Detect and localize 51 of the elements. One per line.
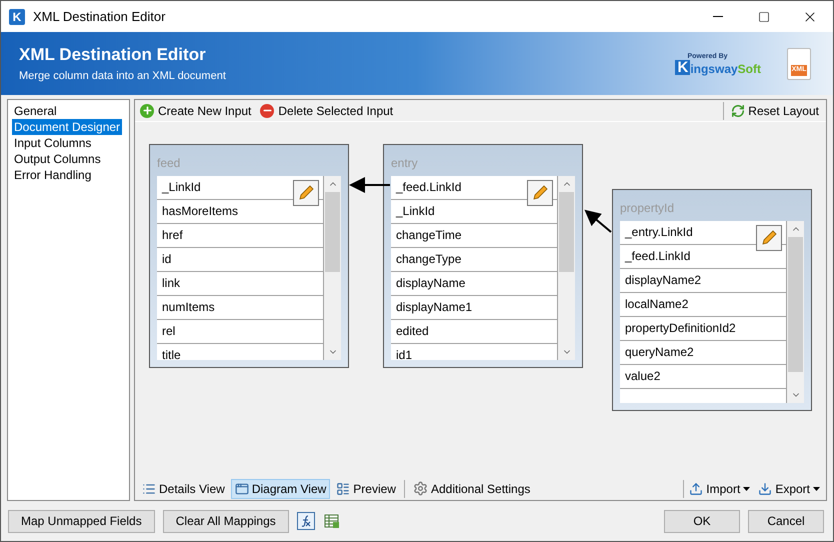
field-name[interactable]: rel (162, 324, 176, 338)
field-name[interactable]: numItems (162, 300, 215, 314)
field-name[interactable]: _feed.LinkId (625, 249, 690, 263)
banner-title: XML Destination Editor (19, 44, 207, 66)
view-tab[interactable]: Details View (138, 478, 229, 498)
dropdown-menu-button[interactable]: Import (686, 480, 754, 498)
field-name[interactable]: changeType (396, 252, 462, 266)
field-name[interactable]: title (162, 348, 181, 360)
node-title: propertyId (620, 200, 676, 217)
field-name[interactable]: propertyDefinitionId2 (625, 321, 736, 335)
field-name[interactable]: localName2 (625, 297, 688, 311)
cancel-button[interactable]: Cancel (748, 510, 824, 532)
field-name[interactable]: value2 (625, 369, 660, 383)
field-name[interactable]: id1 (396, 348, 412, 360)
node-title: feed (157, 155, 182, 172)
reset-layout-button[interactable]: Reset Layout (728, 102, 822, 120)
sidebar-item[interactable]: Output Columns (12, 151, 103, 167)
table-node[interactable]: propertyId _entry.LinkId _feed.LinkId displayName2 localName2 propertyDefinitionId2 queryName2 value2 (612, 189, 812, 411)
view-tab[interactable]: Additional Settings (408, 478, 534, 498)
field-name[interactable]: edited (396, 324, 429, 338)
field-name[interactable]: _LinkId (162, 180, 201, 194)
delete-input-button[interactable]: Delete Selected Input (260, 102, 394, 120)
ok-button[interactable]: OK (664, 510, 740, 532)
footer-button[interactable]: Clear All Mappings (162, 510, 289, 532)
field-name[interactable]: displayName1 (396, 300, 472, 314)
field-name[interactable]: _entry.LinkId (625, 225, 693, 239)
field-name[interactable]: queryName2 (625, 345, 694, 359)
dropdown-menu-button[interactable]: Export (755, 480, 823, 498)
field-name[interactable]: id (162, 252, 172, 266)
view-tab[interactable]: Diagram View (230, 478, 330, 498)
field-name[interactable]: link (162, 276, 180, 290)
create-input-button[interactable]: Create New Input (139, 102, 252, 120)
sidebar-item[interactable]: General (12, 103, 59, 119)
sidebar-item[interactable]: Input Columns (12, 135, 94, 151)
field-name[interactable]: href (162, 228, 183, 242)
footer-button[interactable]: Map Unmapped Fields (8, 510, 155, 532)
window-title: XML Destination Editor (33, 8, 166, 26)
table-node[interactable]: entry _feed.LinkId _LinkId changeTime changeType displayName displayName1 edited id1 (383, 144, 583, 368)
node-title: entry (391, 155, 419, 172)
field-name[interactable]: hasMoreItems (162, 204, 238, 218)
field-name[interactable]: displayName2 (625, 273, 702, 287)
field-name[interactable]: _LinkId (396, 204, 435, 218)
field-name[interactable]: _feed.LinkId (396, 180, 462, 194)
field-name[interactable]: changeTime (396, 228, 462, 242)
banner-subtitle: Merge column data into an XML document (19, 68, 226, 84)
field-name[interactable]: displayName (396, 276, 466, 290)
view-tab[interactable]: Preview (332, 478, 400, 498)
sidebar-item[interactable]: Error Handling (12, 167, 94, 183)
table-node[interactable]: feed _LinkId hasMoreItems href id link numItems rel title (149, 144, 349, 368)
app-logo-icon: K (9, 8, 25, 24)
sidebar-item[interactable]: Document Designer (12, 119, 122, 135)
